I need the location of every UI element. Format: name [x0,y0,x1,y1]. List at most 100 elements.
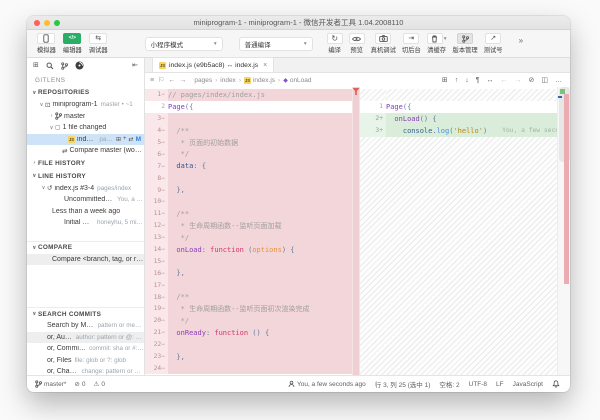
tree-row-or-changes[interactable]: or, Changeschange: pattern or ~: pat… [27,366,144,375]
bookmark-icon[interactable]: ⚐ [158,76,164,84]
status-errors[interactable]: ⊘0 [74,380,85,388]
chevron-down-icon[interactable]: ∨ [38,102,45,108]
code-line[interactable]: 15− [145,255,352,267]
code-line[interactable]: 12− * 生命周期函数--监听页面加载 [145,220,352,232]
tree-row-uncommitted-changes[interactable]: Uncommitted changesYou, a few … [27,194,144,206]
status-item-bell[interactable] [552,380,560,388]
chevron-down-icon[interactable]: ∨ [40,185,47,191]
tree-row-or-author[interactable]: or, Authorauthor: pattern or @: pattern [27,332,144,344]
search-icon[interactable] [46,62,54,70]
code-line[interactable]: 8− [145,172,352,184]
tree-row-less-than-a-week-ago[interactable]: Less than a week ago [27,206,144,218]
code-line[interactable]: 23− }, [145,351,352,363]
code-line[interactable]: 4− /** [145,125,352,137]
diff-original-pane[interactable]: 1−// pages/index/index.js2Page({3−4− /**… [145,87,360,375]
chevron-down-icon[interactable]: ∨ [31,245,38,251]
status-item[interactable]: 空格: 2 [439,379,459,389]
chevron-down-icon[interactable]: ∨ [31,311,38,317]
tree-row-1-file-changed[interactable]: ∨▢1 file changed [27,122,144,134]
breadcrumb-item-pages[interactable]: pages [194,77,212,84]
code-line[interactable]: 21− onReady: function () { [145,327,352,339]
status-branch[interactable]: master* [35,380,66,388]
tree-row-compare-branch-tag-or-ref-wi[interactable]: Compare <branch, tag, or ref> with <b… [27,254,144,266]
tree-section-search-commits[interactable]: ∨SEARCH COMMITS [27,307,144,320]
zoom-window-button[interactable] [54,20,60,26]
code-line[interactable]: 22− [145,339,352,351]
more-actions-icon[interactable]: … [555,77,562,84]
code-line[interactable]: 17− [145,279,352,291]
branch-icon[interactable] [61,62,68,70]
code-line[interactable]: 18− /** [145,291,352,303]
code-line[interactable]: 1Page({ [360,101,557,113]
modified-overview-ruler[interactable] [557,87,570,375]
toolbar-simulator-button[interactable]: 模拟器 [37,33,56,54]
chevron-down-icon[interactable]: ∨ [31,173,38,179]
previous-change-icon[interactable]: ↑ [455,77,459,84]
toolbar-test-account-button[interactable]: ↗测试号 [484,33,503,54]
status-warnings[interactable]: ⚠0 [93,380,104,388]
row-action-icon[interactable]: + [123,136,127,142]
split-editor-icon[interactable]: ◫ [541,77,548,84]
tree-row-or-commit-id[interactable]: or, Commit IDcommit: sha or #: sha [27,343,144,355]
tree-row-initial-commit[interactable]: Initial Commithoneyhu, 5 minutes a… [27,217,144,229]
open-changes-icon[interactable]: ⊞ [442,77,448,84]
close-tab-icon[interactable]: × [263,62,267,69]
chevron-right-icon[interactable]: › [48,113,55,119]
row-action-icon[interactable]: ⊞ [116,136,121,143]
status-item[interactable]: UTF-8 [469,381,487,388]
breadcrumb-item-index-js[interactable]: JSindex.js [244,77,275,84]
toolbar-switch-background-button[interactable]: ⇥切后台 [402,33,421,54]
next-change-icon[interactable]: ↓ [465,77,469,84]
render-whitespace-icon[interactable]: ¶ [476,77,480,84]
code-line[interactable]: 13− */ [145,232,352,244]
commits-icon[interactable]: ⊞ [33,62,39,69]
code-line[interactable]: 2+ onLoad() { [360,113,557,125]
tree-section-compare[interactable]: ∨COMPARE [27,241,144,254]
swap-sides-icon[interactable]: ↔ [487,77,494,84]
compile-dropdown[interactable]: 普通编译 ▾ [239,37,313,51]
code-line[interactable]: 14− onLoad: function (options) { [145,244,352,256]
forward-icon[interactable]: → [179,77,186,84]
back-icon[interactable]: ← [168,77,175,84]
inline-view-icon[interactable]: ⊘ [529,77,535,84]
status-item-blame-author[interactable]: You, a few seconds ago [288,380,366,388]
code-line[interactable]: 3+ console.log('hello')You, a few second… [360,125,557,137]
tree-section-repositories[interactable]: ∨REPOSITORIES [27,86,144,99]
tree-row-or-files[interactable]: or, Filesfile: glob or ?: glob [27,355,144,367]
code-line[interactable]: 3− [145,113,352,125]
tree-row-miniprogram-1[interactable]: ∨⊡miniprogram-1master • ~1 [27,99,144,111]
tree-row-search-by-message[interactable]: Search by Messagepattern or message… [27,320,144,332]
code-line[interactable]: 11− /** [145,208,352,220]
breadcrumb-item-onload[interactable]: ◆onLoad [283,77,311,84]
code-line[interactable]: 2Page({ [145,101,352,113]
status-item[interactable]: 行 3, 列 25 (选中 1) [375,379,431,389]
tree-row-index-js-3-4[interactable]: ∨↺index.js #3-4pages/index [27,183,144,195]
code-line[interactable]: 5− * 页面的初始数据 [145,137,352,149]
gitlens-icon[interactable] [75,61,84,70]
chevron-down-icon[interactable]: ∨ [31,90,38,96]
breadcrumb-item-index[interactable]: index [220,77,236,84]
tree-row-master[interactable]: ›master [27,111,144,123]
diff-modified-pane[interactable]: 1Page({2+ onLoad() {3+ console.log('hell… [360,87,570,375]
code-line[interactable]: 10− [145,196,352,208]
original-overview-ruler[interactable] [352,87,360,375]
status-item[interactable]: LF [496,381,504,388]
chevron-right-icon[interactable]: › [31,160,38,166]
tree-section-file-history[interactable]: ›FILE HISTORY [27,157,144,170]
code-line[interactable]: 16− }, [145,267,352,279]
toolbar-compile-button[interactable]: ↻编译 [327,33,343,54]
code-line[interactable]: 9− }, [145,184,352,196]
toolbar-remote-debug-button[interactable]: 真机调试 [371,33,396,54]
tree-row-compare-master-working-with[interactable]: ⇄Compare master (working) with <… [27,145,144,157]
code-line[interactable]: 7− data: { [145,160,352,172]
tree-section-line-history[interactable]: ∨LINE HISTORY [27,170,144,183]
status-item[interactable]: JavaScript [513,381,543,388]
tab-index-js-diff[interactable]: JS index.js (e9b5ac8) ↔ index.js × [152,57,274,72]
chevron-down-icon[interactable]: ∨ [48,125,55,131]
toolbar-overflow-button[interactable]: » [519,36,523,45]
close-window-button[interactable] [34,20,40,26]
code-line[interactable]: 24− [145,362,352,374]
list-icon[interactable]: ≡ [150,77,154,84]
code-line[interactable]: 19− * 生命周期函数--监听页面初次渲染完成 [145,303,352,315]
toolbar-clear-cache-button[interactable]: ▾清缓存 [427,33,447,54]
